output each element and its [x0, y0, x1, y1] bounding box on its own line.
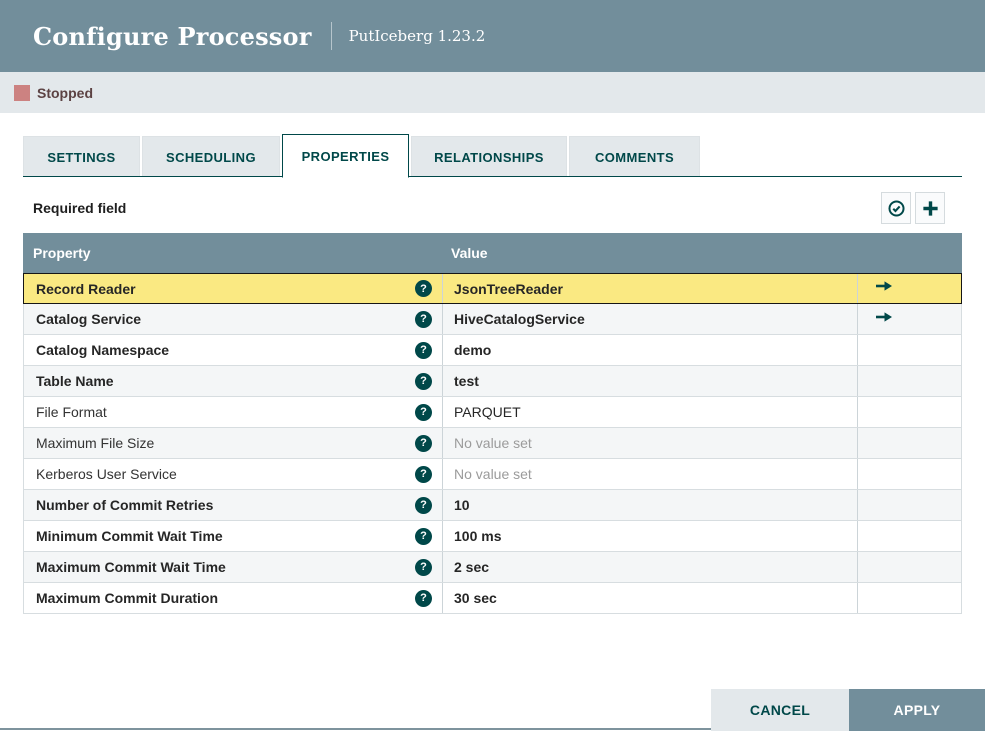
add-property-button[interactable]: [915, 192, 945, 224]
row-action-cell: [857, 428, 961, 458]
status-bar: Stopped: [0, 72, 985, 113]
property-row[interactable]: Minimum Commit Wait Time? 100 ms: [23, 521, 962, 552]
property-row[interactable]: Record Reader? JsonTreeReader: [23, 273, 962, 304]
property-name-cell: File Format?: [24, 397, 442, 427]
property-row[interactable]: Kerberos User Service? No value set: [23, 459, 962, 490]
help-icon[interactable]: ?: [415, 403, 432, 421]
tab-comments[interactable]: COMMENTS: [569, 136, 700, 177]
property-row[interactable]: File Format? PARQUET: [23, 397, 962, 428]
property-name: Maximum Commit Duration: [36, 590, 219, 606]
property-name: Number of Commit Retries: [36, 497, 214, 513]
property-name-cell: Catalog Namespace?: [24, 335, 442, 365]
circle-check-icon: [887, 199, 906, 218]
property-value-cell[interactable]: HiveCatalogService: [442, 304, 857, 334]
processor-name-version: PutIceberg 1.23.2: [348, 27, 486, 45]
apply-button[interactable]: APPLY: [849, 689, 985, 731]
row-action-cell: [857, 304, 961, 334]
property-row[interactable]: Maximum File Size? No value set: [23, 428, 962, 459]
help-icon[interactable]: ?: [415, 372, 432, 390]
column-header-value: Value: [451, 245, 488, 261]
property-name-cell: Maximum File Size?: [24, 428, 442, 458]
dialog-content: SETTINGS SCHEDULING PROPERTIES RELATIONSHIP…: [0, 133, 985, 614]
required-field-label: Required field: [33, 200, 127, 216]
property-name-cell: Minimum Commit Wait Time?: [24, 521, 442, 551]
property-value-cell[interactable]: test: [442, 366, 857, 396]
property-value-cell[interactable]: 100 ms: [442, 521, 857, 551]
property-name-cell: Kerberos User Service?: [24, 459, 442, 489]
property-name: Record Reader: [36, 280, 136, 297]
property-value-cell[interactable]: 2 sec: [442, 552, 857, 582]
property-name: Catalog Service: [36, 311, 142, 327]
property-value-cell[interactable]: No value set: [442, 428, 857, 458]
go-to-service-arrow-icon[interactable]: [874, 310, 894, 329]
row-action-cell: [857, 335, 961, 365]
property-row[interactable]: Catalog Service? HiveCatalogService: [23, 304, 962, 335]
property-row[interactable]: Table Name? test: [23, 366, 962, 397]
property-value-cell[interactable]: demo: [442, 335, 857, 365]
property-name: Maximum Commit Wait Time: [36, 559, 226, 575]
row-action-cell: [857, 583, 961, 613]
row-action-cell: [857, 552, 961, 582]
dialog-header: Configure Processor PutIceberg 1.23.2: [0, 0, 985, 72]
status-label: Stopped: [37, 84, 93, 101]
property-name: File Format: [36, 404, 107, 420]
row-action-cell: [857, 459, 961, 489]
property-name-cell: Table Name?: [24, 366, 442, 396]
cancel-button[interactable]: CANCEL: [711, 689, 849, 731]
property-name-cell: Catalog Service?: [24, 304, 442, 334]
property-row[interactable]: Maximum Commit Wait Time? 2 sec: [23, 552, 962, 583]
property-name: Table Name: [36, 373, 114, 389]
dialog-title: Configure Processor: [33, 21, 312, 51]
go-to-service-arrow-icon[interactable]: [874, 279, 894, 298]
tab-bar: SETTINGS SCHEDULING PROPERTIES RELATIONSHIP…: [23, 133, 962, 178]
stopped-state-icon: [14, 84, 30, 101]
property-name-cell: Number of Commit Retries?: [24, 490, 442, 520]
property-row[interactable]: Maximum Commit Duration? 30 sec: [23, 583, 962, 614]
help-icon[interactable]: ?: [415, 341, 432, 359]
configure-processor-dialog: Configure Processor PutIceberg 1.23.2 St…: [0, 0, 985, 731]
tab-settings[interactable]: SETTINGS: [23, 136, 140, 177]
help-icon[interactable]: ?: [415, 496, 432, 514]
property-value-cell[interactable]: 10: [442, 490, 857, 520]
property-name-cell: Maximum Commit Duration?: [24, 583, 442, 613]
tab-properties[interactable]: PROPERTIES: [282, 134, 409, 178]
tab-relationships[interactable]: RELATIONSHIPS: [411, 136, 567, 177]
property-name: Catalog Namespace: [36, 342, 170, 358]
table-body: Record Reader? JsonTreeReader Catalog Serv…: [23, 273, 962, 614]
help-icon[interactable]: ?: [415, 280, 432, 297]
property-name: Minimum Commit Wait Time: [36, 528, 223, 544]
property-name-cell: Record Reader?: [24, 274, 442, 303]
row-action-cell: [857, 521, 961, 551]
property-value-cell[interactable]: No value set: [442, 459, 857, 489]
properties-toolbar: Required field: [23, 192, 962, 224]
help-icon[interactable]: ?: [415, 310, 432, 328]
title-divider: [330, 22, 332, 50]
plus-icon: [921, 199, 940, 218]
help-icon[interactable]: ?: [415, 434, 432, 452]
verify-properties-button[interactable]: [881, 192, 911, 224]
help-icon[interactable]: ?: [415, 558, 432, 576]
property-value-cell[interactable]: 30 sec: [442, 583, 857, 613]
help-icon[interactable]: ?: [415, 527, 432, 545]
row-action-cell: [857, 274, 961, 303]
help-icon[interactable]: ?: [415, 465, 432, 483]
property-name-cell: Maximum Commit Wait Time?: [24, 552, 442, 582]
property-value-cell[interactable]: PARQUET: [442, 397, 857, 427]
table-header-row: Property Value: [23, 233, 962, 273]
property-row[interactable]: Catalog Namespace? demo: [23, 335, 962, 366]
property-name: Kerberos User Service: [36, 466, 177, 482]
properties-table: Property Value Record Reader? JsonTreeRea…: [23, 233, 962, 614]
help-icon[interactable]: ?: [415, 589, 432, 607]
column-header-property: Property: [33, 245, 91, 261]
row-action-cell: [857, 397, 961, 427]
tab-scheduling[interactable]: SCHEDULING: [142, 136, 280, 177]
row-action-cell: [857, 490, 961, 520]
property-row[interactable]: Number of Commit Retries? 10: [23, 490, 962, 521]
property-name: Maximum File Size: [36, 435, 155, 451]
row-action-cell: [857, 366, 961, 396]
property-value-cell[interactable]: JsonTreeReader: [442, 274, 857, 303]
